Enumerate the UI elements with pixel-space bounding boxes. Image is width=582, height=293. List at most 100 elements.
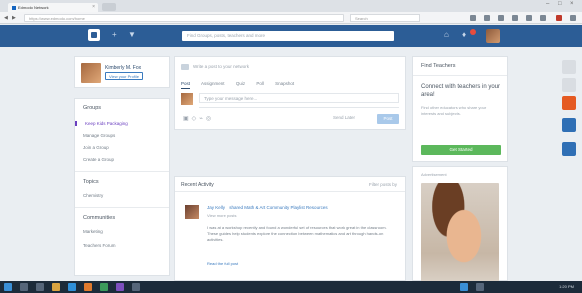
connect-title: Connect with teachers in your area! xyxy=(421,84,501,98)
tab-post[interactable]: Post xyxy=(181,81,191,89)
post-button[interactable]: Post xyxy=(377,114,399,124)
taskbar: 1:20 PM xyxy=(0,281,582,293)
create-group-link[interactable]: Create a Group xyxy=(83,157,114,162)
attach-file-icon[interactable]: ▣◇⌁◎ xyxy=(183,115,214,122)
browser-tab[interactable]: Edmodo Network × xyxy=(8,3,98,12)
communities-title: Communities xyxy=(83,215,116,221)
minimize-icon[interactable]: – xyxy=(546,1,549,7)
post-meta[interactable]: shared Math & Art Community Playlist Res… xyxy=(229,205,327,210)
firefox-icon[interactable] xyxy=(84,283,92,291)
topics-title: Topics xyxy=(83,179,99,185)
tab-assignment[interactable]: Assignment xyxy=(201,81,225,86)
manage-groups-link[interactable]: Manage Groups xyxy=(83,133,115,138)
read-more-link[interactable]: Read the full post xyxy=(207,261,238,266)
group-item[interactable]: Keep Kids Packaging xyxy=(75,121,128,126)
sync-icon[interactable] xyxy=(540,15,546,21)
card-title: Find Teachers xyxy=(421,63,456,69)
composer-toolbar: ▣◇⌁◎ Send Later Post xyxy=(174,108,406,130)
office-icon[interactable] xyxy=(562,96,576,110)
promo-image[interactable] xyxy=(421,183,499,293)
avatar[interactable] xyxy=(81,63,101,83)
post-subtitle[interactable]: View more posts xyxy=(207,213,237,218)
profile-card: Kimberly M. Fox View your Profile xyxy=(74,56,170,88)
post-author-avatar[interactable] xyxy=(185,205,199,219)
promo-card: Advertisement xyxy=(412,166,508,293)
volume-icon[interactable] xyxy=(476,283,484,291)
page-icon[interactable] xyxy=(562,60,576,74)
forward-icon[interactable]: ▶ xyxy=(12,15,16,21)
maximize-icon[interactable]: □ xyxy=(558,1,562,7)
activity-feed: Recent Activity Filter posts by Jay Kell… xyxy=(174,176,406,281)
promo-label: Advertisement xyxy=(421,172,447,177)
edmodo-favicon-icon xyxy=(12,5,16,10)
get-started-button[interactable]: Get Started xyxy=(421,145,501,155)
tab-quiz[interactable]: Quiz xyxy=(236,81,245,86)
network-icon[interactable] xyxy=(460,283,468,291)
left-nav-card: Groups Keep Kids Packaging Manage Groups… xyxy=(74,98,170,276)
app-header: + ▼ Find Groups, posts, teachers and mor… xyxy=(0,25,582,47)
app-logo-icon[interactable] xyxy=(88,29,100,41)
list-icon[interactable] xyxy=(562,78,576,92)
community-item[interactable]: Marketing xyxy=(83,229,103,234)
chart-app-icon[interactable] xyxy=(562,142,576,156)
message-icon xyxy=(181,64,189,70)
topic-item[interactable]: Chemistry xyxy=(83,193,103,198)
post-body: I was at a workshop recently and found a… xyxy=(207,225,387,242)
connect-body: Find other educators who share your inte… xyxy=(421,105,487,116)
addon-icon[interactable] xyxy=(556,15,562,21)
divider xyxy=(175,191,405,192)
profile-name[interactable]: Kimberly M. Fox xyxy=(105,65,141,71)
back-icon[interactable]: ◀ xyxy=(4,15,8,21)
app-search-input[interactable]: Find Groups, posts, teachers and more xyxy=(182,31,394,41)
3d-app-icon[interactable] xyxy=(562,118,576,132)
feed-filter-dropdown[interactable]: Filter posts by xyxy=(369,182,397,187)
start-icon[interactable] xyxy=(4,283,12,291)
send-later-button[interactable]: Send Later xyxy=(333,115,355,120)
task-view-icon[interactable] xyxy=(36,283,44,291)
composer-avatar xyxy=(181,93,193,105)
composer-header: Write a post to your network xyxy=(193,64,249,69)
divider xyxy=(75,207,169,208)
composer-tabs: Post Assignment Quiz Poll Snapshot xyxy=(181,81,304,89)
view-profile-button[interactable]: View your Profile xyxy=(105,72,143,80)
extension-icon[interactable] xyxy=(526,15,532,21)
groups-title: Groups xyxy=(83,105,102,111)
tab-title: Edmodo Network xyxy=(18,5,49,10)
feed-title: Recent Activity xyxy=(181,182,214,188)
menu-icon[interactable] xyxy=(570,15,576,21)
chrome-icon[interactable] xyxy=(100,283,108,291)
post-header: Jay Kelly shared Math & Art Community Pl… xyxy=(207,205,328,210)
divider xyxy=(413,75,507,76)
bell-icon[interactable]: ♦ xyxy=(462,30,466,39)
downloads-icon[interactable] xyxy=(498,15,504,21)
header-avatar[interactable] xyxy=(486,29,500,43)
close-tab-icon[interactable]: × xyxy=(92,4,95,10)
new-tab-button[interactable] xyxy=(102,3,116,11)
file-explorer-icon[interactable] xyxy=(52,283,60,291)
tab-poll[interactable]: Poll xyxy=(256,81,264,86)
reading-list-icon[interactable] xyxy=(484,15,490,21)
book-icon[interactable]: ▼ xyxy=(128,30,136,39)
community-item[interactable]: Teachers Forum xyxy=(83,243,116,248)
post-author-link[interactable]: Jay Kelly xyxy=(207,205,225,210)
people-icon[interactable]: ⌂ xyxy=(444,30,449,39)
url-field[interactable]: https://www.edmodo.com/home xyxy=(24,14,344,22)
bookmark-star-icon[interactable] xyxy=(470,15,476,21)
notification-badge xyxy=(470,29,476,35)
browser-tab-bar: Edmodo Network × – □ × xyxy=(0,0,582,12)
close-window-icon[interactable]: × xyxy=(570,1,574,7)
app-taskbar-icon[interactable] xyxy=(116,283,124,291)
message-input[interactable]: Type your message here... xyxy=(199,93,399,103)
tab-snapshot[interactable]: Snapshot xyxy=(275,81,294,86)
join-group-link[interactable]: Join a Group xyxy=(83,145,109,150)
store-icon[interactable] xyxy=(132,283,140,291)
address-bar: ◀ ▶ https://www.edmodo.com/home Search xyxy=(0,12,582,24)
browser-taskbar-icon[interactable] xyxy=(68,283,76,291)
clock[interactable]: 1:20 PM xyxy=(559,284,574,289)
search-icon[interactable] xyxy=(20,283,28,291)
home-icon[interactable] xyxy=(512,15,518,21)
find-teachers-card: Find Teachers Connect with teachers in y… xyxy=(412,56,508,162)
divider xyxy=(75,171,169,172)
browser-search-input[interactable]: Search xyxy=(350,14,420,22)
plus-icon[interactable]: + xyxy=(112,30,117,39)
